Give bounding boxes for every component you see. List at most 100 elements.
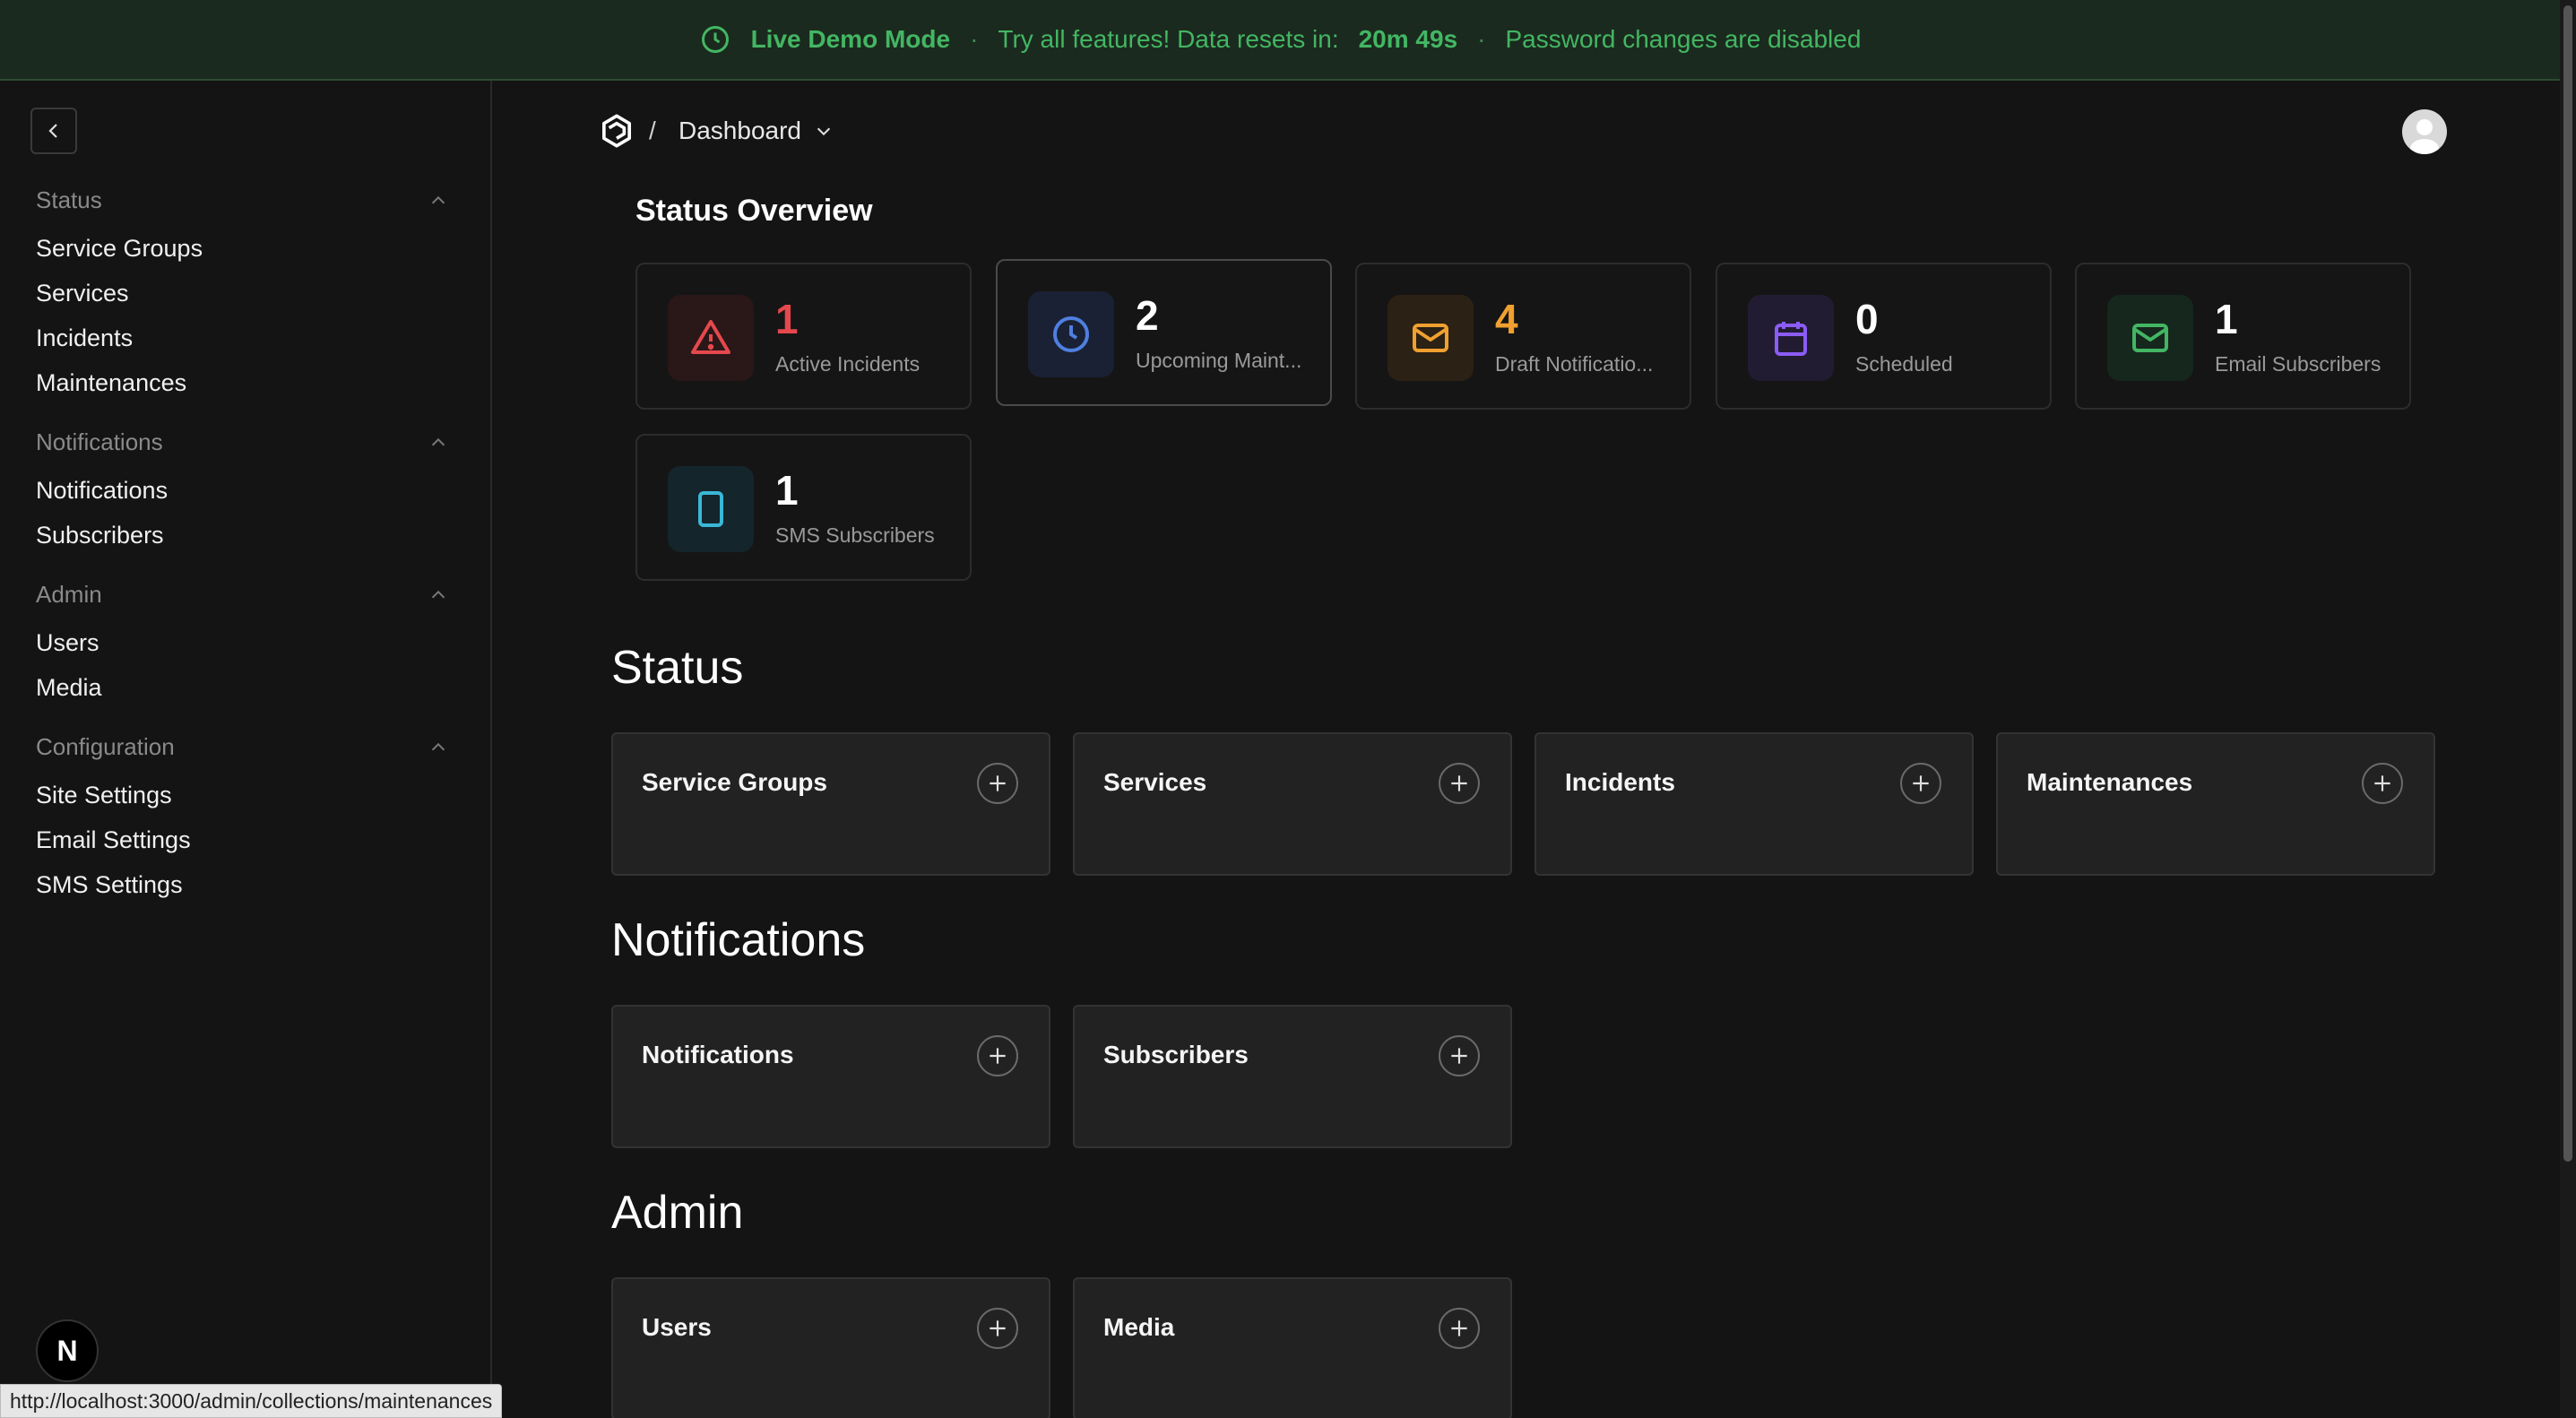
scrollbar-thumb[interactable]	[2563, 5, 2572, 1162]
reset-countdown: 20m 49s	[1358, 25, 1458, 53]
collection-name: Notifications	[642, 1041, 794, 1068]
add-button[interactable]	[1439, 1308, 1480, 1349]
stat-label: Email Subscribers	[2215, 352, 2382, 376]
stat-card-email-subscribers[interactable]: 1 Email Subscribers	[2075, 263, 2411, 410]
sidebar-item-notifications[interactable]: Notifications	[36, 477, 168, 505]
collection-name: Subscribers	[1103, 1041, 1249, 1068]
add-button[interactable]	[2362, 763, 2403, 804]
plus-icon	[1451, 1320, 1467, 1336]
collapse-sidebar-button[interactable]	[30, 108, 77, 154]
sidebar-group-notifications[interactable]: Notifications	[36, 428, 448, 456]
breadcrumb-separator: /	[649, 117, 656, 144]
collection-card-service-groups[interactable]: Service Groups	[611, 732, 1050, 876]
plus-icon	[1451, 1048, 1467, 1064]
plus-icon	[1913, 775, 1929, 791]
mail-icon	[2132, 324, 2168, 352]
breadcrumb-dashboard[interactable]: Dashboard	[679, 117, 834, 145]
stat-label: Active Incidents	[775, 352, 921, 376]
stat-card-scheduled[interactable]: 0 Scheduled	[1716, 263, 2052, 410]
alert-triangle-icon	[691, 320, 730, 354]
stat-card-draft-notifications[interactable]: 4 Draft Notificatio...	[1355, 263, 1691, 410]
collection-name: Service Groups	[642, 768, 827, 796]
stat-value: 4	[1495, 296, 1518, 342]
collection-card-media[interactable]: Media	[1073, 1277, 1512, 1418]
banner-separator: ·	[1477, 25, 1486, 53]
stat-label: Scheduled	[1855, 352, 1953, 376]
collection-name: Incidents	[1565, 768, 1675, 796]
status-overview-title: Status Overview	[635, 194, 873, 228]
stat-icon-box	[1748, 295, 1834, 381]
mail-icon	[1413, 324, 1448, 352]
sidebar-item-sms-settings[interactable]: SMS Settings	[36, 871, 183, 899]
sidebar-item-incidents[interactable]: Incidents	[36, 324, 133, 352]
demo-banner: Live Demo Mode · Try all features! Data …	[0, 0, 2560, 81]
stat-icon-box	[1028, 291, 1114, 377]
breadcrumb-label: Dashboard	[679, 117, 801, 144]
add-button[interactable]	[977, 763, 1018, 804]
stat-label: Upcoming Maint...	[1136, 349, 1302, 372]
sidebar-item-service-groups[interactable]: Service Groups	[36, 235, 203, 263]
add-button[interactable]	[977, 1308, 1018, 1349]
stat-value: 1	[775, 467, 799, 514]
collection-card-incidents[interactable]: Incidents	[1534, 732, 1974, 876]
link-preview-url: http://localhost:3000/admin/collections/…	[0, 1384, 503, 1418]
stat-icon-box	[2107, 295, 2193, 381]
chevron-up-icon	[431, 590, 445, 598]
chevron-up-icon	[431, 195, 445, 203]
stat-card-sms-subscribers[interactable]: 1 SMS Subscribers	[635, 434, 972, 581]
user-avatar[interactable]	[2402, 109, 2447, 154]
stat-value: 1	[775, 296, 799, 342]
smartphone-icon	[698, 491, 723, 527]
sidebar-item-media[interactable]: Media	[36, 674, 102, 702]
collection-card-subscribers[interactable]: Subscribers	[1073, 1005, 1512, 1148]
stat-card-upcoming-maintenance[interactable]: 2 Upcoming Maint...	[996, 259, 1332, 406]
calendar-icon	[1775, 322, 1807, 356]
sidebar-group-label: Admin	[36, 581, 102, 608]
nextjs-dev-badge[interactable]: N	[36, 1319, 99, 1382]
sidebar-item-services[interactable]: Services	[36, 280, 129, 307]
app-logo-icon[interactable]	[599, 113, 635, 149]
collection-card-users[interactable]: Users	[611, 1277, 1050, 1418]
add-button[interactable]	[1439, 763, 1480, 804]
sidebar-group-status[interactable]: Status	[36, 186, 448, 214]
collection-card-notifications[interactable]: Notifications	[611, 1005, 1050, 1148]
chevron-up-icon	[431, 742, 445, 750]
plus-icon	[1451, 775, 1467, 791]
section-title-admin: Admin	[611, 1187, 744, 1239]
sidebar-item-email-settings[interactable]: Email Settings	[36, 826, 191, 854]
sidebar-item-users[interactable]: Users	[36, 629, 99, 657]
sidebar-group-label: Status	[36, 186, 102, 213]
sidebar-group-label: Notifications	[36, 428, 163, 455]
collection-name: Users	[642, 1313, 712, 1341]
sidebar-item-site-settings[interactable]: Site Settings	[36, 782, 172, 809]
sidebar-group-admin[interactable]: Admin	[36, 581, 448, 609]
collection-card-services[interactable]: Services	[1073, 732, 1512, 876]
stat-label: Draft Notificatio...	[1495, 352, 1654, 376]
clock-icon	[1053, 316, 1089, 352]
user-icon	[2410, 119, 2439, 154]
chevron-up-icon	[431, 437, 445, 445]
add-button[interactable]	[1439, 1035, 1480, 1076]
stat-icon-box	[668, 295, 754, 381]
demo-mode-label: Live Demo Mode	[750, 25, 951, 53]
reset-message: Try all features! Data resets in:	[998, 25, 1339, 53]
stat-value: 0	[1855, 296, 1879, 342]
sidebar-item-subscribers[interactable]: Subscribers	[36, 522, 164, 549]
stat-card-active-incidents[interactable]: 1 Active Incidents	[635, 263, 972, 410]
sidebar-item-maintenances[interactable]: Maintenances	[36, 369, 186, 397]
chevron-left-icon	[48, 124, 57, 138]
add-button[interactable]	[977, 1035, 1018, 1076]
sidebar-group-configuration[interactable]: Configuration	[36, 733, 448, 761]
page-scrollbar[interactable]	[2560, 0, 2576, 1418]
section-title-status: Status	[611, 642, 744, 694]
stat-icon-box	[668, 466, 754, 552]
plus-icon	[990, 775, 1006, 791]
banner-separator: ·	[970, 25, 979, 53]
stat-value: 1	[2215, 296, 2238, 342]
collection-name: Media	[1103, 1313, 1175, 1341]
stat-label: SMS Subscribers	[775, 523, 935, 547]
add-button[interactable]	[1900, 763, 1941, 804]
password-note: Password changes are disabled	[1505, 25, 1862, 53]
stat-value: 2	[1136, 292, 1159, 339]
collection-card-maintenances[interactable]: Maintenances	[1996, 732, 2435, 876]
